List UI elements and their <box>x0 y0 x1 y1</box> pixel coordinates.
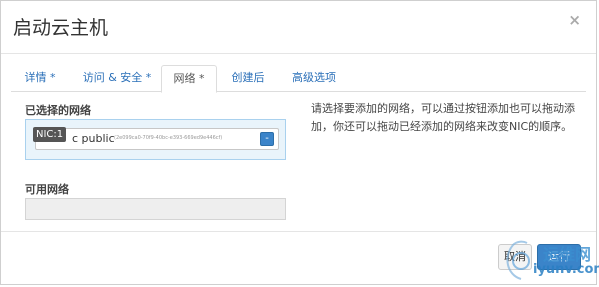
tab-details[interactable]: 详情 * <box>17 65 63 90</box>
close-icon[interactable]: × <box>568 11 581 29</box>
launch-button[interactable]: 运行 <box>537 244 581 270</box>
network-id: (2e099ca0-70f9-40bc-e393-669ed9e446cf) <box>114 135 223 141</box>
network-name: c public <box>72 132 115 145</box>
selected-networks-dropzone[interactable]: NIC:1 c public (2e099ca0-70f9-40bc-e393-… <box>25 119 286 160</box>
dialog-header: 启动云主机 × <box>1 1 596 54</box>
tab-post-creation[interactable]: 创建后 <box>223 65 273 90</box>
cancel-button[interactable]: 取消 <box>498 244 532 270</box>
network-help-text: 请选择要添加的网络，可以通过按钮添加也可以拖动添加，你还可以拖动已经添加的网络来… <box>311 102 575 133</box>
dialog-title: 启动云主机 <box>13 17 109 39</box>
tab-access-security[interactable]: 访问 & 安全 * <box>73 65 161 90</box>
nic-badge: NIC:1 <box>33 127 67 142</box>
dialog-footer-divider <box>1 231 596 233</box>
tab-bar: 详情 * 访问 & 安全 * 网络 * 创建后 高级选项 <box>11 65 586 93</box>
tab-advanced-options[interactable]: 高级选项 <box>283 65 345 90</box>
selected-network-item[interactable]: NIC:1 c public (2e099ca0-70f9-40bc-e393-… <box>33 127 279 150</box>
tab-networking[interactable]: 网络 * <box>161 65 217 93</box>
available-networks-dropzone[interactable] <box>25 198 286 220</box>
selected-networks-label: 已选择的网络 <box>25 104 91 117</box>
remove-network-button[interactable]: - <box>260 132 274 146</box>
launch-instance-dialog: 启动云主机 × 详情 * 访问 & 安全 * 网络 * 创建后 高级选项 已选择… <box>0 0 599 285</box>
available-networks-label: 可用网络 <box>25 183 69 196</box>
